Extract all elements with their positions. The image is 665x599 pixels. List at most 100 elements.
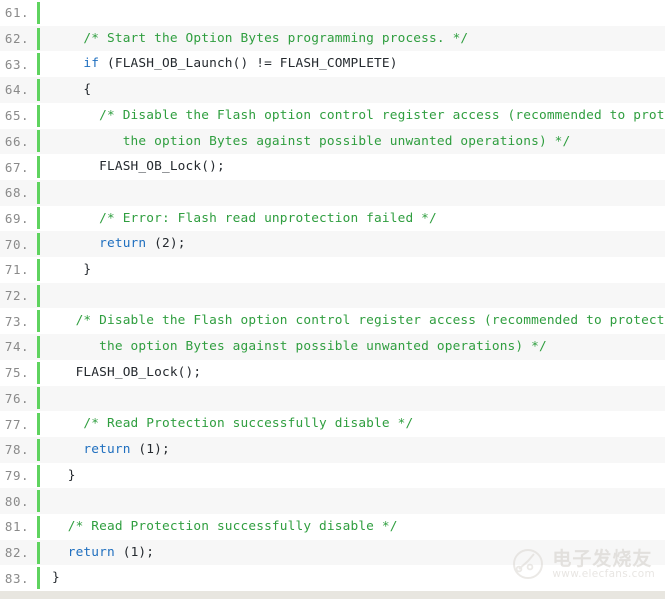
line-number[interactable]: 64.: [0, 77, 36, 103]
code-viewer: 61. 62. /* Start the Option Bytes progra…: [0, 0, 665, 599]
code-line-row: 66. the option Bytes against possible un…: [0, 129, 665, 155]
code-line-row: 65. /* Disable the Flash option control …: [0, 103, 665, 129]
code-line-content[interactable]: FLASH_OB_Lock();: [44, 154, 665, 180]
line-number[interactable]: 66.: [0, 129, 36, 155]
line-marker-bar: [37, 285, 40, 307]
code-line-content[interactable]: /* Disable the Flash option control regi…: [44, 103, 665, 129]
code-token-plain: (FLASH_OB_Launch() != FLASH_COMPLETE): [99, 56, 397, 71]
code-line-content[interactable]: {: [44, 77, 665, 103]
line-number[interactable]: 61.: [0, 0, 36, 26]
code-token-plain: [52, 442, 83, 457]
code-line-content[interactable]: [44, 283, 665, 309]
line-marker-bar: [37, 207, 40, 229]
code-lines-table: 61. 62. /* Start the Option Bytes progra…: [0, 0, 665, 591]
line-marker-bar: [37, 79, 40, 101]
line-number[interactable]: 65.: [0, 103, 36, 129]
line-number[interactable]: 67.: [0, 154, 36, 180]
code-line-row: 68.: [0, 180, 665, 206]
line-marker-bar: [37, 105, 40, 127]
line-number[interactable]: 80.: [0, 488, 36, 514]
line-marker-bar: [37, 259, 40, 281]
code-token-plain: (1);: [115, 545, 154, 560]
code-line-row: 72.: [0, 283, 665, 309]
code-line-content[interactable]: FLASH_OB_Lock();: [44, 360, 665, 386]
line-number[interactable]: 79.: [0, 463, 36, 489]
code-line-content[interactable]: }: [44, 565, 665, 591]
code-line-content[interactable]: [44, 488, 665, 514]
line-marker-bar: [37, 439, 40, 461]
code-line-content[interactable]: /* Error: Flash read unprotection failed…: [44, 206, 665, 232]
line-number[interactable]: 69.: [0, 206, 36, 232]
line-marker-cell: [36, 0, 44, 26]
line-number[interactable]: 81.: [0, 514, 36, 540]
line-marker-bar: [37, 413, 40, 435]
code-line-row: 64. {: [0, 77, 665, 103]
code-line-row: 71. }: [0, 257, 665, 283]
code-token-comment: /* Read Protection successfully disable …: [52, 519, 398, 534]
code-line-row: 81. /* Read Protection successfully disa…: [0, 514, 665, 540]
line-marker-cell: [36, 463, 44, 489]
line-number[interactable]: 74.: [0, 334, 36, 360]
line-marker-cell: [36, 206, 44, 232]
code-token-comment: /* Disable the Flash option control regi…: [52, 108, 665, 123]
code-line-content[interactable]: }: [44, 257, 665, 283]
code-line-row: 82. return (1);: [0, 540, 665, 566]
code-line-content[interactable]: return (2);: [44, 231, 665, 257]
code-line-row: 73. /* Disable the Flash option control …: [0, 308, 665, 334]
line-number[interactable]: 75.: [0, 360, 36, 386]
code-line-content[interactable]: }: [44, 463, 665, 489]
line-marker-cell: [36, 231, 44, 257]
code-line-content[interactable]: [44, 180, 665, 206]
code-token-plain: }: [52, 570, 60, 585]
code-line-content[interactable]: if (FLASH_OB_Launch() != FLASH_COMPLETE): [44, 51, 665, 77]
code-line-row: 74. the option Bytes against possible un…: [0, 334, 665, 360]
code-token-comment: /* Error: Flash read unprotection failed…: [52, 211, 437, 226]
code-line-content[interactable]: the option Bytes against possible unwant…: [44, 334, 665, 360]
line-marker-bar: [37, 516, 40, 538]
code-line-content[interactable]: return (1);: [44, 540, 665, 566]
code-line-row: 62. /* Start the Option Bytes programmin…: [0, 26, 665, 52]
line-number[interactable]: 63.: [0, 51, 36, 77]
code-line-row: 61.: [0, 0, 665, 26]
code-token-keyword: return: [68, 545, 115, 560]
code-line-content[interactable]: [44, 0, 665, 26]
line-number[interactable]: 82.: [0, 540, 36, 566]
line-number[interactable]: 73.: [0, 308, 36, 334]
line-number[interactable]: 76.: [0, 386, 36, 412]
line-marker-bar: [37, 28, 40, 50]
code-token-plain: FLASH_OB_Lock();: [52, 159, 225, 174]
line-marker-cell: [36, 488, 44, 514]
code-line-content[interactable]: [44, 386, 665, 412]
line-marker-cell: [36, 26, 44, 52]
line-number[interactable]: 72.: [0, 283, 36, 309]
line-marker-cell: [36, 129, 44, 155]
code-line-row: 83.}: [0, 565, 665, 591]
line-number[interactable]: 71.: [0, 257, 36, 283]
line-marker-cell: [36, 154, 44, 180]
line-number[interactable]: 68.: [0, 180, 36, 206]
code-line-content[interactable]: /* Disable the Flash option control regi…: [44, 308, 665, 334]
line-number[interactable]: 78.: [0, 437, 36, 463]
line-number[interactable]: 77.: [0, 411, 36, 437]
line-marker-bar: [37, 156, 40, 178]
code-token-plain: (2);: [146, 236, 185, 251]
code-line-row: 76.: [0, 386, 665, 412]
code-line-content[interactable]: /* Read Protection successfully disable …: [44, 514, 665, 540]
code-line-row: 80.: [0, 488, 665, 514]
code-line-content[interactable]: /* Read Protection successfully disable …: [44, 411, 665, 437]
code-token-keyword: return: [99, 236, 146, 251]
line-marker-bar: [37, 182, 40, 204]
line-number[interactable]: 70.: [0, 231, 36, 257]
code-line-row: 77. /* Read Protection successfully disa…: [0, 411, 665, 437]
code-line-content[interactable]: /* Start the Option Bytes programming pr…: [44, 26, 665, 52]
line-marker-bar: [37, 567, 40, 589]
line-number[interactable]: 83.: [0, 565, 36, 591]
line-marker-cell: [36, 257, 44, 283]
line-number[interactable]: 62.: [0, 26, 36, 52]
code-line-content[interactable]: the option Bytes against possible unwant…: [44, 129, 665, 155]
line-marker-bar: [37, 53, 40, 75]
line-marker-cell: [36, 283, 44, 309]
code-line-content[interactable]: return (1);: [44, 437, 665, 463]
line-marker-cell: [36, 437, 44, 463]
code-line-row: 78. return (1);: [0, 437, 665, 463]
